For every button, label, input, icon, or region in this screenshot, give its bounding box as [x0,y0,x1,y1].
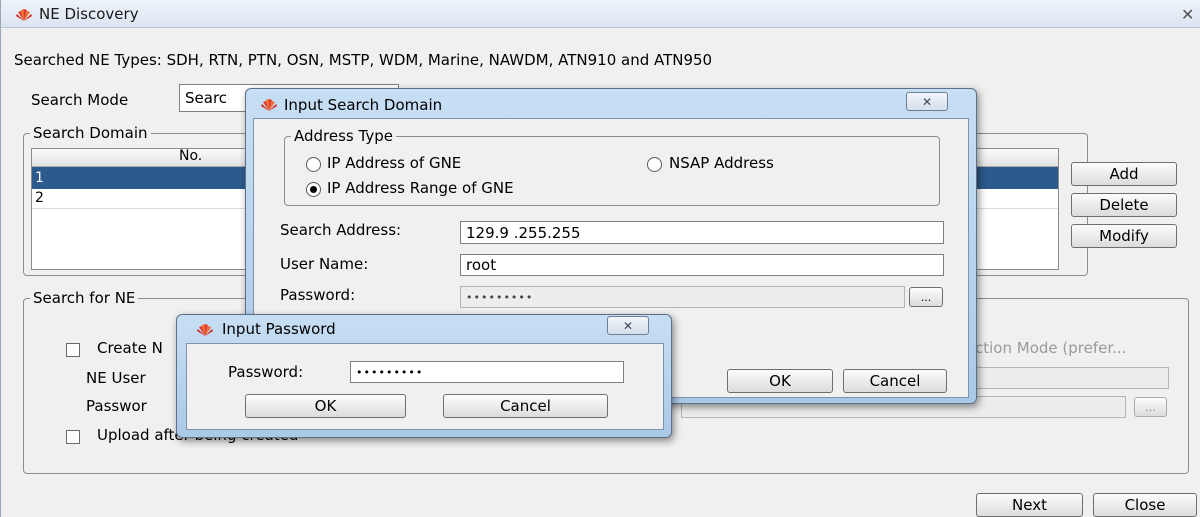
searched-ne-types-text: Searched NE Types: SDH, RTN, PTN, OSN, M… [14,51,713,69]
user-name-value: root [466,256,497,274]
search-address-value: 129.9 .255.255 [466,223,581,242]
ne-user-field[interactable] [956,367,1169,389]
main-window-title: NE Discovery [39,5,139,23]
domain-password-value: ••••••••• [466,290,534,304]
close-icon[interactable]: ✕ [906,92,948,111]
password-input-value: ••••••••• [356,365,424,379]
password-prompt-label: Password: [228,363,304,381]
password-dialog-title: Input Password [222,320,336,338]
ip-range-label: IP Address Range of GNE [327,179,514,197]
domain-password-label: Password: [280,286,356,304]
user-name-field[interactable]: root [460,254,944,276]
close-icon[interactable]: ✕ [1181,5,1194,24]
create-label: Create N [97,339,163,357]
password-cancel-button[interactable]: Cancel [443,394,608,418]
search-address-field[interactable]: 129.9 .255.255 [460,221,944,244]
close-button[interactable]: Close [1093,493,1197,517]
modify-button[interactable]: Modify [1071,224,1177,248]
table-cell-no: 2 [35,190,44,206]
add-button[interactable]: Add [1071,162,1177,186]
user-name-label: User Name: [280,255,369,273]
table-cell-no: 1 [35,170,44,186]
close-icon[interactable]: ✕ [607,316,649,335]
nsap-label: NSAP Address [669,154,774,172]
ip-gne-label: IP Address of GNE [327,154,462,172]
create-checkbox[interactable] [66,343,80,357]
ip-range-radio[interactable] [306,182,321,197]
search-domain-legend: Search Domain [30,124,151,142]
upload-checkbox[interactable] [66,430,80,444]
huawei-logo-icon [197,324,213,336]
ip-gne-radio[interactable] [306,157,321,172]
password-input[interactable]: ••••••••• [350,361,624,383]
search-address-label: Search Address: [280,221,402,239]
main-browse-button[interactable]: ... [1134,397,1167,417]
domain-ok-button[interactable]: OK [727,369,833,393]
domain-browse-button[interactable]: ... [909,287,943,307]
input-password-dialog: Input Password ✕ Password: ••••••••• OK … [176,314,672,438]
search-mode-label: Search Mode [31,91,129,109]
password-dialog-body: Password: ••••••••• OK Cancel [186,343,664,430]
main-title-bar: NE Discovery ✕ [1,0,1200,28]
delete-button[interactable]: Delete [1071,193,1177,217]
huawei-logo-icon [16,9,32,21]
nsap-radio[interactable] [647,157,662,172]
address-type-legend: Address Type [291,127,396,145]
domain-password-field[interactable]: ••••••••• [460,286,905,308]
table-header-no[interactable]: No. [179,148,202,164]
huawei-logo-icon [261,99,277,111]
ne-user-label: NE User [86,369,146,387]
domain-dialog-title: Input Search Domain [284,96,443,114]
next-button[interactable]: Next [976,493,1083,517]
search-mode-value: Searc [185,89,228,107]
search-for-ne-legend: Search for NE [30,289,139,307]
connection-mode-label: ction Mode (prefer... [975,339,1127,357]
password-ok-button[interactable]: OK [245,394,406,418]
password-label: Passwor [86,397,147,415]
domain-cancel-button[interactable]: Cancel [843,369,947,393]
